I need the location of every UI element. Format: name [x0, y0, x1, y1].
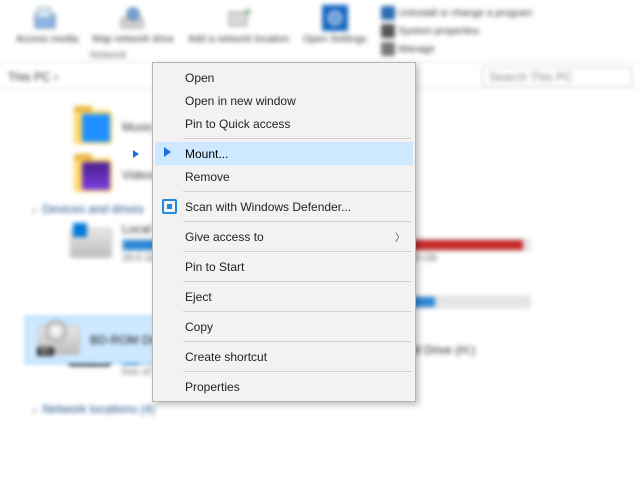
- chevron-down-icon: ⌄: [30, 204, 38, 215]
- ribbon-access-media[interactable]: Access media: [16, 4, 78, 45]
- ribbon-open-settings[interactable]: Open Settings: [303, 4, 366, 45]
- media-icon: [33, 4, 61, 32]
- video-icon: [82, 162, 110, 190]
- ribbon-uninstall[interactable]: Uninstall or change a program: [381, 6, 533, 20]
- folder-icon: [74, 158, 112, 192]
- hdd-icon: [70, 278, 112, 308]
- ribbon-label: Add a network location: [188, 34, 289, 45]
- menu-pin-start[interactable]: Pin to Start: [155, 255, 413, 278]
- menu-copy[interactable]: Copy: [155, 315, 413, 338]
- defender-icon: [161, 198, 177, 214]
- ribbon-group-label: Network: [90, 50, 127, 61]
- folder-label: Music: [122, 120, 153, 134]
- menu-scan-defender[interactable]: Scan with Windows Defender...: [155, 195, 413, 218]
- uninstall-icon: [381, 6, 395, 20]
- menu-create-shortcut[interactable]: Create shortcut: [155, 345, 413, 368]
- manage-icon: [381, 42, 395, 56]
- ribbon-add-location[interactable]: + Add a network location: [188, 4, 289, 45]
- menu-separator: [183, 221, 411, 222]
- menu-eject[interactable]: Eject: [155, 285, 413, 308]
- menu-separator: [183, 371, 411, 372]
- ribbon-sysprop[interactable]: System properties: [381, 24, 533, 38]
- menu-separator: [183, 251, 411, 252]
- ribbon-label: Map network drive: [92, 34, 174, 45]
- menu-open-new-window[interactable]: Open in new window: [155, 89, 413, 112]
- settings-icon: [321, 4, 349, 32]
- menu-properties[interactable]: Properties: [155, 375, 413, 398]
- menu-pin-quick-access[interactable]: Pin to Quick access: [155, 112, 413, 135]
- menu-remove[interactable]: Remove: [155, 165, 413, 188]
- ribbon-side: Uninstall or change a program System pro…: [381, 4, 533, 56]
- menu-open[interactable]: Open: [155, 66, 413, 89]
- add-location-icon: +: [225, 4, 253, 32]
- submenu-indicator-icon: [164, 147, 171, 157]
- ribbon-toolbar: Access media Map network drive + Add a n…: [0, 0, 640, 64]
- breadcrumb[interactable]: This PC ›: [8, 70, 58, 84]
- search-input[interactable]: Search This PC: [482, 67, 632, 87]
- menu-separator: [183, 311, 411, 312]
- music-note-icon: [82, 114, 110, 142]
- optical-drive-icon: BD: [38, 325, 80, 355]
- menu-mount[interactable]: Mount...: [155, 142, 413, 165]
- ribbon-manage[interactable]: Manage: [381, 42, 533, 56]
- context-menu: Open Open in new window Pin to Quick acc…: [152, 62, 416, 402]
- properties-icon: [381, 24, 395, 38]
- menu-separator: [183, 341, 411, 342]
- chevron-down-icon: ⌄: [30, 404, 38, 415]
- menu-separator: [183, 191, 411, 192]
- menu-separator: [183, 138, 411, 139]
- ribbon-label: Open Settings: [303, 34, 366, 45]
- svg-text:+: +: [244, 6, 252, 19]
- map-drive-icon: [119, 4, 147, 32]
- ribbon-label: Access media: [16, 34, 78, 45]
- play-triangle-icon: [133, 150, 139, 158]
- menu-give-access[interactable]: Give access to 〉: [155, 225, 413, 248]
- chevron-right-icon: 〉: [395, 229, 405, 244]
- menu-separator: [183, 281, 411, 282]
- folder-icon: [74, 110, 112, 144]
- ribbon-map-drive[interactable]: Map network drive: [92, 4, 174, 45]
- hdd-icon: [70, 228, 112, 258]
